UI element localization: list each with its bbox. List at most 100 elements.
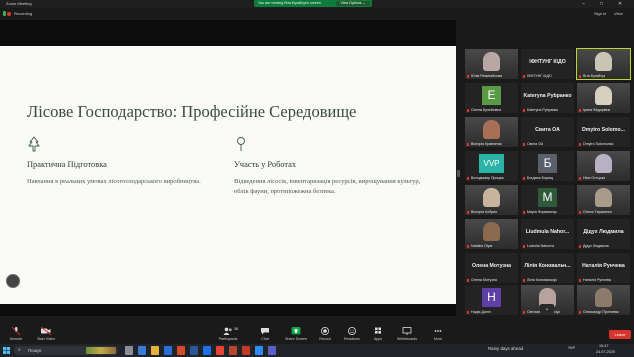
participant-tile[interactable]: Б Богдана Борищ: [521, 151, 574, 181]
participant-tile[interactable]: Katerуna Руbранко Katerуna Pуbранко: [521, 83, 574, 113]
participant-tile[interactable]: Вікторія Кравченко: [465, 117, 518, 147]
view-options-button[interactable]: View Options ⌄: [336, 1, 370, 6]
participant-tile[interactable]: Наталія Рунчева Наталія Рунчева: [577, 253, 630, 283]
edge-icon[interactable]: [138, 346, 146, 355]
participant-name-display: Дідух Людмила: [583, 229, 624, 235]
recording-icon: [7, 12, 11, 16]
mic-muted-icon: [523, 143, 525, 146]
participant-name: Вікторія Кравченко: [471, 142, 503, 146]
mic-muted-icon: [467, 211, 469, 214]
maximize-button[interactable]: □: [600, 0, 603, 8]
participant-name: Олександр Протинюк: [583, 310, 619, 314]
chrome-icon[interactable]: [216, 346, 224, 355]
participant-tile[interactable]: Nataliia Olyar: [465, 219, 518, 249]
minimize-button[interactable]: –: [582, 0, 585, 8]
participant-tile[interactable]: Свита ОА Свита ОА: [521, 117, 574, 147]
participant-tile[interactable]: Dmytro Solomo... Dmytro Solomonko: [577, 117, 630, 147]
participant-tile[interactable]: Олена Мотузна Олена Мотузна: [465, 253, 518, 283]
participant-name: Дідух Людмила: [583, 244, 609, 248]
task-view-icon[interactable]: [125, 346, 133, 355]
participant-face: [595, 86, 612, 105]
mic-muted-icon: [11, 327, 21, 335]
participant-name: Ніна Отецька: [583, 176, 606, 180]
participant-tile[interactable]: М Марія Форманець: [521, 185, 574, 215]
clock-time[interactable]: 15:47: [599, 344, 609, 348]
word-icon[interactable]: [190, 346, 198, 355]
participant-tile[interactable]: Віта Бугайчук: [576, 48, 631, 80]
participant-tile[interactable]: Юлія Ремигайлова: [465, 49, 518, 79]
whiteboards-label: Whiteboards: [396, 337, 418, 341]
pdf-icon[interactable]: [242, 346, 250, 355]
mic-muted-icon: [579, 279, 581, 282]
participant-tile[interactable]: VVP Володимир Процюк: [465, 151, 518, 181]
unmute-button[interactable]: Unmute: [2, 324, 30, 344]
mic-muted-icon: [523, 177, 525, 180]
leave-button[interactable]: Leave: [609, 330, 631, 339]
participant-tile[interactable]: Олександр Протинюк: [577, 285, 630, 315]
teams-icon[interactable]: [268, 346, 276, 355]
start-video-button[interactable]: Start Video: [32, 324, 60, 344]
mic-muted-icon: [467, 75, 469, 78]
participant-name: Наталія Рунчева: [583, 278, 611, 282]
participant-tile[interactable]: Олеся Тарасенко: [577, 185, 630, 215]
apps-icon: [375, 327, 381, 334]
participant-tile[interactable]: Лілія Коновальч... Лілія Коновальчук: [521, 253, 574, 283]
participants-icon: [223, 327, 232, 335]
left-column-heading: Практична Підготовка: [27, 160, 107, 169]
participant-tile[interactable]: Ніна Отецька: [577, 151, 630, 181]
participant-name: Богдана Борищ: [527, 176, 553, 180]
zoom-icon[interactable]: [203, 346, 211, 355]
apps-button[interactable]: Apps: [364, 324, 392, 344]
recording-label[interactable]: Recording: [14, 11, 32, 16]
right-column-heading: Участь у Роботах: [234, 160, 297, 169]
participant-face: [483, 222, 500, 241]
pin-icon: [237, 137, 245, 151]
participant-name-display: ІФНТУНГ КІДО: [529, 59, 566, 65]
participant-tile[interactable]: Ірина Федорівна: [577, 83, 630, 113]
mic-muted-icon: [579, 75, 581, 78]
mic-muted-icon: [523, 245, 525, 248]
weather-widget[interactable]: Rainy days ahead: [488, 346, 523, 351]
unmute-label: Unmute: [9, 337, 23, 341]
participant-tile[interactable]: Вікторія Кобрин: [465, 185, 518, 215]
windows-start-icon[interactable]: [3, 347, 10, 354]
participant-tile[interactable]: Liudmula Nahor... Ludmila Nahorna: [521, 219, 574, 249]
presenter-avatar[interactable]: [6, 274, 20, 288]
participants-button[interactable]: 36 Participants: [214, 324, 242, 344]
reactions-button[interactable]: Reactions: [338, 324, 366, 344]
taskbar-search-box[interactable]: ⌕ Пошук: [14, 346, 118, 355]
participant-tile[interactable]: ІФНТУНГ КІДО ІФНТУНГ КІДО: [521, 49, 574, 79]
share-screen-button[interactable]: Share Screen: [282, 324, 310, 344]
participant-name-display: Олена Мотузна: [472, 263, 511, 269]
file-explorer-icon[interactable]: [151, 346, 159, 355]
gallery-next-page-button[interactable]: ⌄: [540, 304, 554, 314]
shield-icon[interactable]: [3, 11, 6, 16]
powerpoint-icon[interactable]: [229, 346, 237, 355]
close-button[interactable]: ✕: [618, 0, 622, 8]
clock-date[interactable]: 24.07.2025: [596, 350, 615, 354]
participants-label: Participants: [218, 337, 238, 341]
view-button[interactable]: View: [614, 11, 623, 16]
whiteboards-button[interactable]: Whiteboards: [393, 324, 421, 344]
record-icon: [321, 327, 329, 335]
participant-tile[interactable]: Дідух Людмила Дідух Людмила: [577, 219, 630, 249]
participant-tile[interactable]: Н Надія Дилін: [465, 285, 518, 315]
chat-button[interactable]: Chat: [251, 324, 279, 344]
participant-face: [483, 52, 500, 71]
participant-name: Лілія Коновальчук: [527, 278, 557, 282]
mic-muted-icon: [523, 311, 525, 314]
record-button[interactable]: Record: [311, 324, 339, 344]
tree-icon: [28, 136, 40, 152]
participant-face: [595, 52, 612, 71]
drag-handle-icon[interactable]: [457, 170, 460, 177]
participants-count: 36: [234, 327, 239, 331]
store-icon[interactable]: [164, 346, 172, 355]
office-icon[interactable]: [177, 346, 185, 355]
participant-tile[interactable]: E Олена Булейсівна: [465, 83, 518, 113]
language-indicator[interactable]: УКР: [568, 346, 575, 350]
participant-face: [483, 120, 500, 139]
zoom-workplace-icon[interactable]: [255, 346, 263, 355]
record-label: Record: [319, 337, 331, 341]
more-button[interactable]: More: [424, 324, 452, 344]
sign-in-link[interactable]: Sign in: [594, 11, 606, 16]
